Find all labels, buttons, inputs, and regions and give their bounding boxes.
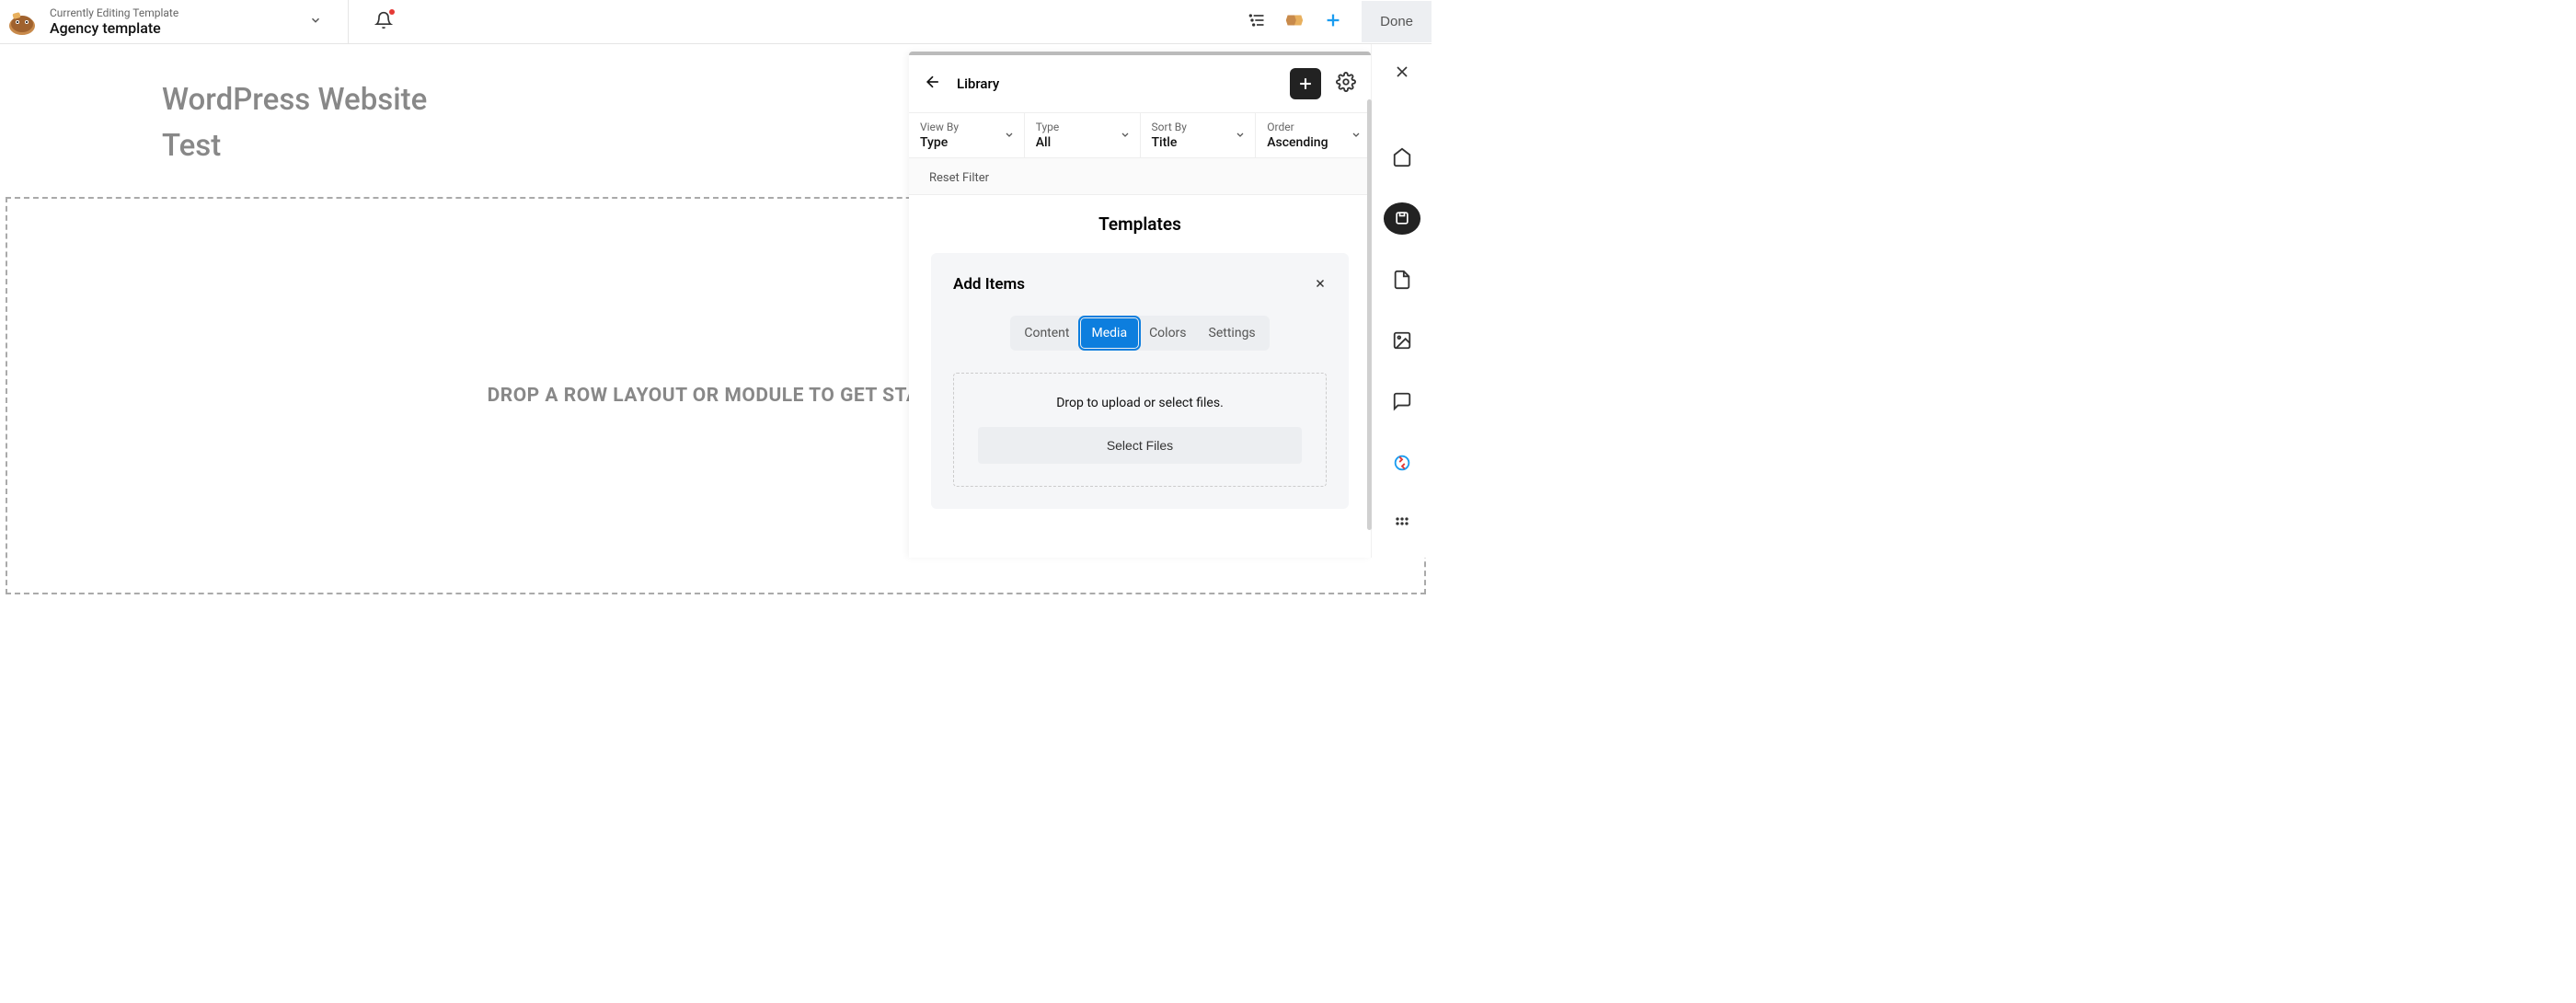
upload-dropzone[interactable]: Drop to upload or select files. Select F… bbox=[953, 373, 1327, 487]
sidebar-chat-button[interactable] bbox=[1384, 386, 1420, 417]
filter-order[interactable]: Order Ascending bbox=[1256, 113, 1371, 157]
tab-colors[interactable]: Colors bbox=[1138, 318, 1197, 348]
notification-dot-icon bbox=[389, 9, 395, 15]
filter-value: Title bbox=[1152, 135, 1245, 150]
upload-hint: Drop to upload or select files. bbox=[976, 396, 1304, 410]
chevron-down-icon bbox=[1120, 127, 1131, 144]
header-right: Done bbox=[1248, 1, 1432, 42]
back-button[interactable] bbox=[924, 73, 942, 95]
header-left: Currently Editing Template Agency templa… bbox=[0, 0, 393, 44]
divider bbox=[348, 0, 349, 44]
reset-filter-link[interactable]: Reset Filter bbox=[929, 171, 989, 185]
library-panel: Library View By Type Type All Sort By Ti… bbox=[909, 52, 1371, 558]
filter-value: All bbox=[1036, 135, 1129, 150]
assistant-button[interactable] bbox=[1284, 10, 1305, 34]
panel-add-button[interactable] bbox=[1290, 68, 1321, 99]
notifications-button[interactable] bbox=[374, 11, 393, 33]
tab-media[interactable]: Media bbox=[1081, 318, 1139, 348]
section-title: Templates bbox=[909, 195, 1371, 253]
filter-label: Sort By bbox=[1152, 121, 1245, 133]
filter-label: Order bbox=[1267, 121, 1360, 133]
add-items-card: Add Items Content Media Colors Settings … bbox=[931, 253, 1349, 509]
outline-button[interactable] bbox=[1248, 11, 1266, 33]
add-card-title: Add Items bbox=[953, 275, 1025, 294]
tab-settings[interactable]: Settings bbox=[1198, 318, 1267, 348]
drop-hint: DROP A ROW LAYOUT OR MODULE TO GET START bbox=[488, 385, 945, 407]
right-sidebar bbox=[1371, 44, 1432, 558]
add-tabs: Content Media Colors Settings bbox=[1010, 316, 1269, 351]
sidebar-library-button[interactable] bbox=[1384, 202, 1420, 234]
select-files-button[interactable]: Select Files bbox=[978, 427, 1302, 464]
filter-viewby[interactable]: View By Type bbox=[909, 113, 1025, 157]
filter-type[interactable]: Type All bbox=[1025, 113, 1141, 157]
panel-title: Library bbox=[957, 75, 1275, 92]
close-sidebar-button[interactable] bbox=[1393, 63, 1411, 85]
panel-settings-button[interactable] bbox=[1336, 72, 1356, 96]
close-add-card-button[interactable] bbox=[1314, 276, 1327, 294]
filter-row: View By Type Type All Sort By Title Orde… bbox=[909, 112, 1371, 158]
filter-value: Type bbox=[920, 135, 1013, 150]
sidebar-media-button[interactable] bbox=[1384, 325, 1420, 356]
done-button[interactable]: Done bbox=[1362, 1, 1432, 42]
chevron-down-icon bbox=[1235, 127, 1246, 144]
add-card-header: Add Items bbox=[953, 275, 1327, 294]
chevron-down-icon bbox=[1004, 127, 1015, 144]
title-dropdown[interactable] bbox=[309, 13, 322, 30]
title-block: Currently Editing Template Agency templa… bbox=[50, 6, 178, 38]
add-button[interactable] bbox=[1323, 10, 1343, 34]
top-header: Currently Editing Template Agency templa… bbox=[0, 0, 1432, 44]
tab-content[interactable]: Content bbox=[1013, 318, 1080, 348]
filter-label: View By bbox=[920, 121, 1013, 133]
sidebar-sync-button[interactable] bbox=[1384, 446, 1420, 478]
sidebar-home-button[interactable] bbox=[1384, 142, 1420, 173]
filter-value: Ascending bbox=[1267, 135, 1360, 150]
panel-header: Library bbox=[909, 55, 1371, 112]
app-logo[interactable] bbox=[6, 6, 39, 39]
sidebar-page-button[interactable] bbox=[1384, 264, 1420, 295]
filter-sortby[interactable]: Sort By Title bbox=[1141, 113, 1257, 157]
filter-label: Type bbox=[1036, 121, 1129, 133]
template-name: Agency template bbox=[50, 19, 178, 37]
editing-label: Currently Editing Template bbox=[50, 6, 178, 19]
sidebar-apps-button[interactable] bbox=[1384, 508, 1420, 539]
reset-row: Reset Filter bbox=[909, 158, 1371, 195]
chevron-down-icon bbox=[1351, 127, 1362, 144]
